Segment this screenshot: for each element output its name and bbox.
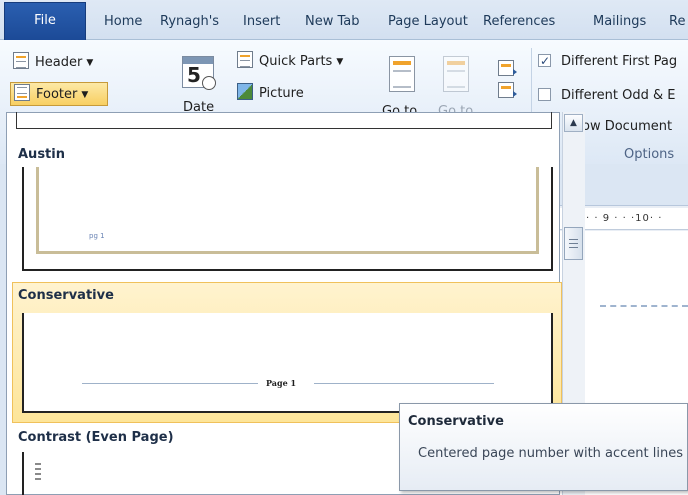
footer-button[interactable]: Footer ▼ xyxy=(10,82,108,106)
austin-border-decoration xyxy=(36,167,539,254)
tooltip-description: Centered page number with accent lines xyxy=(418,446,683,461)
quick-parts-button[interactable]: Quick Parts ▼ xyxy=(237,50,343,74)
different-first-page-option[interactable]: Different First Pag xyxy=(538,51,678,72)
scroll-up-arrow-icon[interactable]: ▲ xyxy=(564,114,583,132)
chevron-down-icon: ▼ xyxy=(86,58,94,68)
previous-footer-preview[interactable] xyxy=(16,112,552,129)
tab-new-tab[interactable]: New Tab xyxy=(305,8,360,36)
tab-rynaghs[interactable]: Rynagh's xyxy=(160,8,219,36)
different-first-page-label: Different First Pag xyxy=(561,54,678,69)
header-icon xyxy=(13,52,29,69)
austin-page-number: pg 1 xyxy=(89,232,105,240)
chevron-down-icon: ▼ xyxy=(336,57,344,67)
tab-mailings[interactable]: Mailings xyxy=(593,8,646,36)
footer-icon xyxy=(14,84,30,101)
conservative-title: Conservative xyxy=(18,288,114,303)
picture-icon xyxy=(237,83,253,100)
quick-parts-label: Quick Parts xyxy=(259,54,333,69)
chevron-down-icon: ▼ xyxy=(81,90,89,100)
tab-page-layout[interactable]: Page Layout xyxy=(388,8,468,36)
different-odd-even-option[interactable]: Different Odd & E xyxy=(538,86,675,106)
next-section-icon[interactable] xyxy=(498,82,517,98)
header-boundary-line xyxy=(600,305,688,307)
go-to-footer-icon[interactable] xyxy=(443,56,469,92)
tooltip-title: Conservative xyxy=(408,414,504,429)
contrast-even-footer-preview[interactable] xyxy=(22,452,182,495)
show-document-text-label[interactable]: ow Document xyxy=(582,119,672,134)
accent-line-left xyxy=(82,383,258,384)
tab-home[interactable]: Home xyxy=(104,8,142,36)
previous-section-icon[interactable] xyxy=(498,60,517,76)
scrollbar-grip-icon xyxy=(569,239,578,248)
different-odd-even-label: Different Odd & E xyxy=(561,88,676,103)
footer-label: Footer xyxy=(36,87,78,102)
picture-button[interactable]: Picture xyxy=(237,82,304,106)
austin-title: Austin xyxy=(18,147,65,162)
contrast-vertical-text xyxy=(35,460,45,495)
calendar-day: 5 xyxy=(187,63,201,87)
tab-references[interactable]: References xyxy=(483,8,555,36)
contrast-even-title: Contrast (Even Page) xyxy=(18,430,174,445)
header-label: Header xyxy=(35,55,83,70)
go-to-header-icon[interactable] xyxy=(389,56,415,92)
date-time-button[interactable]: 5 Date xyxy=(176,54,220,115)
conservative-page-number: Page 1 xyxy=(266,378,297,388)
different-first-page-checkbox[interactable] xyxy=(538,51,551,71)
gallery-tooltip: Conservative Centered page number with a… xyxy=(399,403,688,491)
options-group-label: Options xyxy=(624,147,675,162)
clock-icon xyxy=(202,76,216,90)
tab-insert[interactable]: Insert xyxy=(243,8,280,36)
picture-label: Picture xyxy=(259,86,304,101)
tab-file[interactable]: File xyxy=(4,2,86,40)
accent-line-right xyxy=(314,383,494,384)
conservative-footer-preview[interactable] xyxy=(22,313,553,413)
quick-parts-icon xyxy=(237,51,253,68)
different-odd-even-checkbox[interactable] xyxy=(538,88,551,101)
header-button[interactable]: Header ▼ xyxy=(13,51,93,75)
tab-review[interactable]: Re xyxy=(669,8,685,36)
ribbon-tab-bar: File Home Rynagh's Insert New Tab Page L… xyxy=(0,0,688,40)
